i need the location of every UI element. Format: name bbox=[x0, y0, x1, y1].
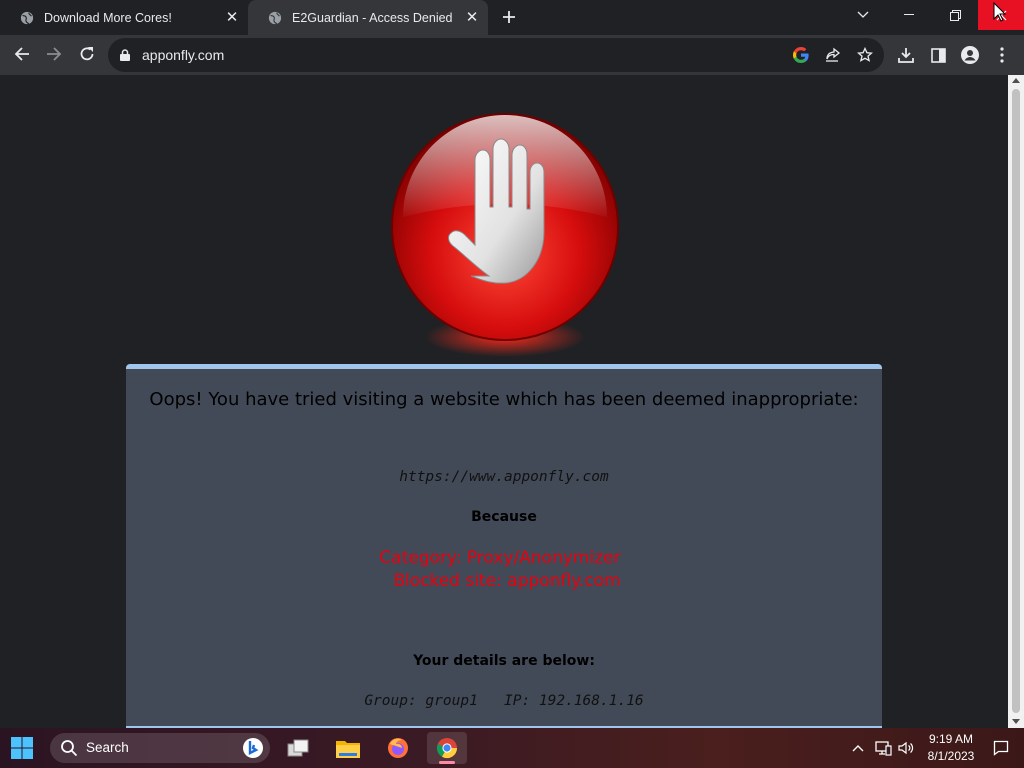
share-icon[interactable] bbox=[822, 44, 844, 66]
close-tab-icon[interactable]: ✕ bbox=[464, 9, 480, 26]
tab-title: Download More Cores! bbox=[44, 10, 172, 25]
search-icon bbox=[61, 740, 78, 757]
network-button[interactable] bbox=[873, 728, 893, 768]
new-tab-button[interactable] bbox=[498, 6, 520, 28]
windows-taskbar: Search 9:19 AM 8/1/2023 bbox=[0, 728, 1024, 768]
tab-download-more-cores[interactable]: Download More Cores! ✕ bbox=[0, 0, 248, 35]
back-button[interactable] bbox=[7, 39, 37, 69]
forward-button[interactable] bbox=[39, 39, 69, 69]
details-label: Your details are below: bbox=[413, 653, 595, 669]
taskbar-search-box[interactable]: Search bbox=[50, 733, 270, 763]
tab-strip: Download More Cores! ✕ E2Guardian - Acce… bbox=[0, 0, 1024, 35]
browser-toolbar: apponfly.com bbox=[0, 35, 1024, 75]
scrollbar-thumb[interactable] bbox=[1012, 89, 1020, 713]
globe-icon bbox=[20, 11, 34, 24]
system-clock[interactable]: 9:19 AM 8/1/2023 bbox=[918, 731, 984, 765]
profile-icon[interactable] bbox=[958, 43, 982, 67]
side-panel-icon[interactable] bbox=[926, 43, 950, 67]
minimize-button[interactable] bbox=[886, 0, 932, 30]
clock-date: 8/1/2023 bbox=[927, 749, 975, 763]
notifications-button[interactable] bbox=[992, 728, 1010, 768]
arrow-right-icon bbox=[47, 47, 62, 61]
google-lens-icon[interactable] bbox=[790, 44, 812, 66]
group-ip-info: Group: group1 IP: 192.168.1.16 bbox=[364, 693, 644, 709]
stop-hand-logo bbox=[385, 105, 625, 365]
plus-icon bbox=[503, 11, 515, 23]
chrome-button[interactable] bbox=[427, 732, 467, 764]
clock-time: 9:19 AM bbox=[928, 732, 974, 746]
globe-icon bbox=[268, 11, 282, 24]
reload-icon bbox=[80, 47, 94, 61]
volume-button[interactable] bbox=[896, 728, 916, 768]
lock-icon[interactable] bbox=[120, 49, 130, 61]
blocked-url: https://www.apponfly.com bbox=[399, 469, 609, 485]
tab-search-button[interactable] bbox=[840, 0, 886, 30]
chrome-icon bbox=[436, 738, 458, 759]
restore-icon bbox=[949, 9, 961, 21]
notification-icon bbox=[993, 740, 1009, 756]
search-label: Search bbox=[86, 740, 129, 755]
windows-logo-icon bbox=[11, 737, 33, 759]
minimize-icon bbox=[904, 14, 914, 15]
speaker-icon bbox=[898, 741, 914, 755]
file-explorer-button[interactable] bbox=[328, 732, 368, 764]
task-view-button[interactable] bbox=[278, 732, 318, 764]
arrow-left-icon bbox=[14, 47, 29, 61]
mouse-cursor-icon bbox=[993, 2, 1007, 22]
folder-icon bbox=[336, 741, 360, 758]
address-url[interactable]: apponfly.com bbox=[142, 47, 224, 63]
firefox-button[interactable] bbox=[378, 732, 418, 764]
denied-headline: Oops! You have tried visiting a website … bbox=[149, 389, 859, 410]
show-hidden-icons-button[interactable] bbox=[850, 728, 866, 768]
chevron-down-icon bbox=[857, 11, 869, 18]
download-icon[interactable] bbox=[894, 43, 918, 67]
task-view-icon bbox=[287, 739, 309, 757]
reload-button[interactable] bbox=[72, 39, 102, 69]
address-bar[interactable]: apponfly.com bbox=[108, 38, 884, 72]
chevron-up-icon bbox=[852, 745, 864, 752]
page-viewport: Oops! You have tried visiting a website … bbox=[0, 75, 1008, 728]
tab-e2guardian[interactable]: E2Guardian - Access Denied ✕ bbox=[248, 0, 488, 35]
because-label: Because bbox=[471, 509, 537, 525]
bookmark-star-icon[interactable] bbox=[854, 44, 876, 66]
start-button[interactable] bbox=[10, 736, 34, 760]
vertical-scrollbar[interactable] bbox=[1008, 75, 1024, 728]
scroll-down-arrow-icon[interactable] bbox=[1012, 719, 1020, 724]
access-denied-panel: Oops! You have tried visiting a website … bbox=[126, 364, 882, 728]
reason-blocked-site: Blocked site: apponfly.com bbox=[393, 571, 621, 591]
close-tab-icon[interactable]: ✕ bbox=[224, 9, 240, 26]
network-icon bbox=[874, 741, 892, 756]
reason-category: Category: Proxy/Anonymizer bbox=[379, 548, 621, 568]
restore-button[interactable] bbox=[932, 0, 978, 30]
scroll-up-arrow-icon[interactable] bbox=[1012, 78, 1020, 83]
bing-icon[interactable] bbox=[242, 737, 264, 759]
menu-kebab-icon[interactable] bbox=[990, 43, 1014, 67]
tab-title: E2Guardian - Access Denied bbox=[292, 10, 453, 25]
firefox-icon bbox=[388, 738, 408, 758]
